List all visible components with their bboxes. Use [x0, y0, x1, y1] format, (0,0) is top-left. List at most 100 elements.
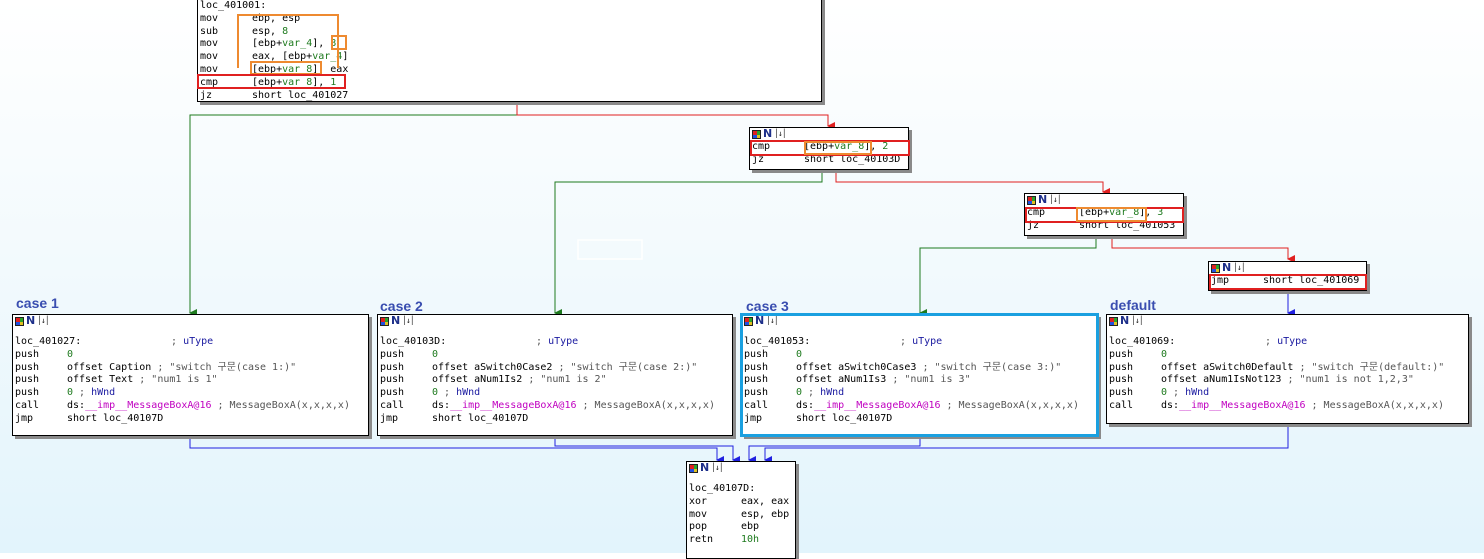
case-label-default: default: [1110, 297, 1156, 313]
node-case-3[interactable]: N │↓│ loc_401053: ; uType push 0 push offset a…: [741, 314, 1098, 436]
asm-operand: eax, [ebp+var_4]: [252, 51, 349, 63]
asm-mnemonic: push: [1109, 361, 1134, 373]
asm-operand: ds:__imp__MessageBoxA@16: [796, 399, 941, 411]
asm-line: sub esp, 8: [200, 26, 819, 39]
asm-mnemonic: push: [1109, 374, 1134, 386]
asm-comment: ; "switch 구문(case 1:)": [151, 361, 297, 373]
edge-cmp2-to-case2: [554, 170, 823, 317]
node-cmp-3[interactable]: N │↓│ cmp [ebp+var_8], 3 jz short loc_401053: [1024, 193, 1184, 236]
asm-operand: offset aSwitch0Case3: [796, 361, 917, 373]
asm-mnemonic: jmp: [380, 412, 399, 424]
graph-node-icon: [1027, 196, 1036, 205]
lines-icon: │↓│: [711, 463, 723, 473]
node-entry[interactable]: loc_401001: mov ebp, esp sub esp, 8 mov [ebp+v…: [197, 0, 822, 102]
asm-mnemonic: mov: [200, 51, 219, 63]
lines-icon: │↓│: [766, 316, 778, 326]
asm-line: push offset aSwitch0Default ; "switch 구문(…: [1109, 362, 1466, 375]
node-jmp-default[interactable]: N │↓│ jmp short loc_401069: [1208, 261, 1367, 291]
asm-line: push 0 ; hWnd: [744, 387, 1095, 400]
asm-comment: ; "switch 구문(default:)": [1293, 361, 1445, 373]
asm-line: cmp [ebp+var_8], 3: [1027, 207, 1181, 220]
node-header-title: N: [755, 314, 765, 328]
asm-line: loc_40103D: ; uType: [380, 336, 730, 349]
edge-cmp3-to-jmp: [1111, 236, 1295, 263]
node-header: N │↓│: [1107, 314, 1468, 328]
asm-mnemonic: pop: [689, 521, 708, 533]
asm-line: call ds:__imp__MessageBoxA@16 ; MessageBo…: [15, 400, 366, 413]
asm-operand: short loc_401053: [1079, 219, 1176, 231]
asm-line: push offset Text ; "num1 is 1": [15, 374, 366, 387]
asm-comment: ; "num1 is not 1,2,3": [1281, 374, 1414, 386]
edge-cmp3-to-case3: [919, 236, 1097, 317]
asm-mnemonic: sub: [200, 25, 219, 37]
asm-comment: ; MessageBoxA(x,x,x,x): [940, 399, 1079, 411]
asm-operand: short loc_401027: [252, 89, 349, 101]
asm-line: loc_40107D:: [689, 483, 793, 496]
asm-operand: offset aSwitch0Default: [1161, 361, 1294, 373]
node-header-title: N: [26, 314, 36, 328]
graph-node-icon: [744, 317, 753, 326]
asm-operand: offset aNum1Is2: [432, 374, 523, 386]
asm-line: mov ebp, esp: [200, 13, 819, 26]
node-default[interactable]: N │↓│ loc_401069: ; uType push 0 push offset a…: [1106, 314, 1469, 424]
asm-line: mov esp, ebp: [689, 509, 793, 522]
asm-operand: [ebp+var_4], 8: [252, 38, 337, 50]
asm-operand: esp, ebp: [741, 508, 790, 520]
asm-label[interactable]: loc_401001:: [200, 0, 266, 13]
asm-operand: [ebp+var_8], 2: [804, 141, 889, 152]
asm-operand: ds:__imp__MessageBoxA@16: [67, 399, 212, 411]
asm-label[interactable]: loc_401069:: [1109, 336, 1259, 349]
node-header-title: N: [1222, 261, 1232, 275]
node-header-title: N: [700, 461, 710, 475]
asm-line: push offset aSwitch0Case3 ; "switch 구문(ca…: [744, 362, 1095, 375]
asm-line: push offset aNum1Is3 ; "num1 is 3": [744, 374, 1095, 387]
asm-operand: [ebp+var_8], 3: [1079, 207, 1164, 218]
asm-line: mov eax, [ebp+var_4]: [200, 51, 819, 64]
asm-mnemonic: mov: [689, 508, 708, 520]
lines-icon: │↓│: [1131, 316, 1143, 326]
node-exit[interactable]: N │↓│ loc_40107D: xor eax, eax mov esp, ebp pop…: [686, 461, 796, 559]
asm-line: call ds:__imp__MessageBoxA@16 ; MessageBo…: [1109, 400, 1466, 413]
node-case-2[interactable]: N │↓│ loc_40103D: ; uType push 0 push offset a…: [377, 314, 733, 436]
asm-line: jz short loc_40103D: [752, 154, 906, 167]
graph-node-icon: [1211, 264, 1220, 273]
asm-operand: 0: [796, 348, 803, 360]
asm-line: call ds:__imp__MessageBoxA@16 ; MessageBo…: [744, 400, 1095, 413]
asm-line: jz short loc_401053: [1027, 220, 1181, 233]
asm-operand: offset aNum1Is3: [796, 374, 887, 386]
asm-label[interactable]: loc_40103D:: [380, 336, 530, 349]
asm-comment: ; uType: [894, 336, 943, 347]
case-label-1: case 1: [16, 295, 59, 311]
asm-label[interactable]: loc_401027:: [15, 336, 165, 349]
asm-mnemonic: push: [744, 348, 769, 360]
asm-line: push offset aNum1Is2 ; "num1 is 2": [380, 374, 730, 387]
asm-mnemonic: push: [1109, 387, 1134, 399]
asm-mnemonic: push: [744, 361, 769, 373]
asm-comment: ; hWnd: [73, 387, 116, 399]
asm-label[interactable]: loc_40107D:: [689, 483, 839, 496]
node-header: N │↓│: [687, 461, 795, 475]
asm-comment: ; MessageBoxA(x,x,x,x): [576, 399, 715, 411]
node-header-title: N: [1038, 193, 1048, 207]
asm-operand: short loc_40107D: [432, 412, 529, 424]
node-case-1[interactable]: N │↓│ loc_401027: ; uType push 0 push offset C…: [12, 314, 369, 436]
asm-mnemonic: push: [15, 348, 40, 360]
asm-operand: [ebp+var_8], eax: [252, 63, 349, 75]
asm-line: mov [ebp+var_4], 8: [200, 38, 819, 51]
node-header: N │↓│: [750, 127, 908, 141]
asm-comment: ; hWnd: [802, 387, 845, 399]
asm-operand: offset aSwitch0Case2: [432, 361, 553, 373]
asm-operand: 10h: [741, 534, 760, 546]
asm-mnemonic: push: [15, 361, 40, 373]
asm-line: push 0 ; hWnd: [1109, 387, 1466, 400]
asm-line: mov [ebp+var_8], eax: [200, 64, 819, 77]
node-header-title: N: [763, 127, 773, 141]
lines-icon: │↓│: [1049, 195, 1061, 205]
asm-mnemonic: cmp: [1027, 207, 1046, 218]
asm-label[interactable]: loc_401053:: [744, 336, 894, 349]
graph-node-icon: [689, 464, 698, 473]
asm-line: call ds:__imp__MessageBoxA@16 ; MessageBo…: [380, 400, 730, 413]
edge-cmp2-to-cmp3: [835, 170, 1110, 196]
asm-mnemonic: call: [744, 399, 769, 411]
node-cmp-2[interactable]: N │↓│ cmp [ebp+var_8], 2 jz short loc_40103D: [749, 127, 909, 170]
